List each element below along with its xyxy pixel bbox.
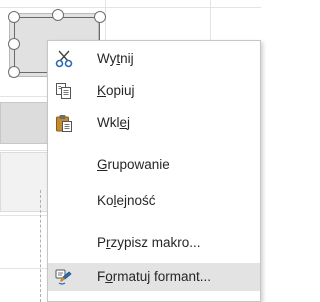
copy-icon: [56, 83, 71, 99]
context-menu: Wytnij Kopiuj Wklej Grupowanie Kolejność…: [47, 40, 261, 302]
menu-item-assign-macro[interactable]: Przypisz makro...: [48, 229, 260, 257]
menu-item-order[interactable]: Kolejność: [48, 187, 260, 215]
menu-item-label: Formatuj formant...: [97, 269, 212, 284]
menu-item-copy[interactable]: Kopiuj: [48, 77, 260, 105]
menu-item-label: Przypisz makro...: [97, 235, 201, 250]
menu-item-paste[interactable]: Wklej: [48, 109, 260, 137]
menu-item-label: Kolejność: [97, 193, 156, 208]
menu-item-format-control[interactable]: Formatuj formant...: [48, 263, 260, 291]
resize-handle-top-left[interactable]: [8, 11, 20, 23]
scissors-icon: [55, 50, 73, 68]
form-control[interactable]: [0, 152, 52, 212]
dashed-guide: [40, 190, 42, 302]
form-control[interactable]: [0, 102, 52, 144]
format-control-icon: [55, 269, 72, 285]
menu-item-cut[interactable]: Wytnij: [48, 45, 260, 73]
resize-handle-middle-left[interactable]: [8, 38, 20, 50]
resize-handle-bottom-left[interactable]: [8, 66, 20, 78]
menu-item-label: Grupowanie: [97, 157, 170, 172]
resize-handle-top-right[interactable]: [94, 11, 106, 23]
menu-item-label: Wytnij: [97, 51, 134, 66]
resize-handle-top-center[interactable]: [52, 9, 64, 21]
menu-item-label: Wklej: [97, 115, 131, 130]
menu-item-group[interactable]: Grupowanie: [48, 151, 260, 179]
menu-item-label: Kopiuj: [97, 83, 135, 98]
grid-row-line: [0, 7, 261, 8]
paste-icon: [56, 115, 72, 132]
